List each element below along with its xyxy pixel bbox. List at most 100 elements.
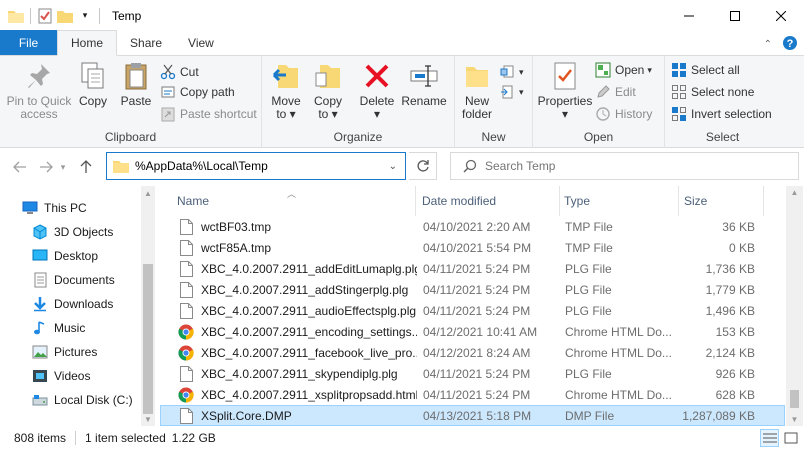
- table-row[interactable]: XBC_4.0.2007.2911_facebook_live_pro... 04…: [160, 342, 785, 363]
- tab-share[interactable]: Share: [117, 30, 175, 55]
- pictures-icon: [32, 344, 48, 360]
- sidebar-item-videos[interactable]: Videos: [32, 364, 90, 388]
- maximize-icon[interactable]: [712, 0, 758, 31]
- file-type: DMP File: [565, 408, 615, 423]
- table-row[interactable]: XBC_4.0.2007.2911_skypendiplg.plg 04/11/2…: [160, 363, 785, 384]
- ribbon-tabs: File Home Share View ⌃ ?: [0, 30, 804, 56]
- copy-to-button[interactable]: Copy to ▾: [310, 60, 346, 121]
- scroll-down-icon[interactable]: ▼: [141, 412, 155, 426]
- column-header-type[interactable]: Type: [560, 186, 679, 216]
- sidebar-item-this-pc[interactable]: This PC: [22, 196, 87, 220]
- file-icon: [178, 365, 194, 382]
- scroll-up-icon[interactable]: ▲: [786, 188, 803, 197]
- new-folder-icon[interactable]: [55, 5, 75, 27]
- back-arrow-icon[interactable]: [10, 158, 30, 176]
- table-row[interactable]: XBC_4.0.2007.2911_addEditLumaplg.plg 04/1…: [160, 258, 785, 279]
- tab-view[interactable]: View: [175, 30, 227, 55]
- new-folder-big-icon: [461, 60, 493, 92]
- address-dropdown-icon[interactable]: ⌄: [389, 161, 397, 172]
- tab-home[interactable]: Home: [57, 30, 118, 56]
- address-bar[interactable]: %AppData%\Local\Temp ⌄: [106, 152, 406, 180]
- search-input[interactable]: [485, 159, 785, 173]
- copy-button[interactable]: Copy: [76, 60, 110, 108]
- file-icon: [178, 218, 194, 235]
- properties-icon[interactable]: [35, 5, 55, 27]
- table-row[interactable]: XBC_4.0.2007.2911_xsplitpropsadd.html 04/…: [160, 384, 785, 405]
- tab-file[interactable]: File: [0, 30, 57, 55]
- edit-button[interactable]: Edit: [595, 82, 636, 102]
- large-icons-view-icon[interactable]: [781, 429, 800, 447]
- up-arrow-icon[interactable]: [76, 158, 96, 176]
- file-size: 628 KB: [715, 387, 755, 402]
- rename-button[interactable]: Rename: [401, 60, 447, 108]
- select-all-icon: [671, 62, 687, 78]
- paste-button[interactable]: Paste: [118, 60, 154, 108]
- table-row[interactable]: wctBF03.tmp 04/10/2021 2:20 AM TMP File 36 …: [160, 216, 785, 237]
- pin-to-quick-access-button[interactable]: Pin to Quick access: [6, 60, 72, 121]
- column-header-size[interactable]: Size: [679, 186, 764, 216]
- minimize-icon[interactable]: [666, 0, 712, 31]
- forward-arrow-icon[interactable]: [36, 158, 56, 176]
- pin-icon: [23, 60, 55, 92]
- ribbon: Pin to Quick access Copy Paste Cut Copy …: [0, 56, 804, 148]
- customize-qat-icon[interactable]: ▾: [75, 5, 95, 27]
- file-type: Chrome HTML Do...: [565, 324, 672, 339]
- column-header-date[interactable]: Date modified: [416, 186, 560, 216]
- collapse-ribbon-icon[interactable]: ⌃: [764, 39, 772, 50]
- delete-button[interactable]: Delete ▾: [358, 60, 396, 121]
- file-list-scrollbar[interactable]: ▲ ▼: [786, 186, 803, 426]
- file-size: 1,496 KB: [705, 303, 755, 318]
- new-item-button[interactable]: ▾: [499, 62, 524, 82]
- file-list: wctBF03.tmp 04/10/2021 2:20 AM TMP File 36 …: [160, 216, 785, 426]
- sidebar-item-3d-objects[interactable]: 3D Objects: [32, 220, 113, 244]
- scrollbar-thumb[interactable]: [790, 390, 799, 408]
- table-row[interactable]: XSplit.Core.DMP 04/13/2021 5:18 PM DMP Fil…: [160, 405, 785, 426]
- clipboard-group-label: Clipboard: [104, 130, 157, 144]
- copy-path-button[interactable]: Copy path: [160, 82, 235, 102]
- table-row[interactable]: XBC_4.0.2007.2911_audioEffectsplg.plg 04/…: [160, 300, 785, 321]
- close-icon[interactable]: [758, 0, 804, 31]
- folder-icon[interactable]: [6, 5, 26, 27]
- refresh-icon: [416, 160, 429, 172]
- sidebar-item-downloads[interactable]: Downloads: [32, 292, 113, 316]
- recent-locations-icon[interactable]: ▾: [56, 158, 70, 176]
- file-name: XSplit.Core.DMP: [201, 408, 292, 423]
- scroll-down-icon[interactable]: ▼: [786, 415, 803, 424]
- select-all-button[interactable]: Select all: [671, 60, 740, 80]
- table-row[interactable]: wctF85A.tmp 04/10/2021 5:54 PM TMP File 0 K…: [160, 237, 785, 258]
- navigation-pane-scrollbar[interactable]: ▲ ▼: [141, 186, 155, 426]
- file-date: 04/12/2021 8:24 AM: [423, 345, 531, 360]
- scrollbar-thumb[interactable]: [143, 264, 153, 414]
- paste-shortcut-button[interactable]: Paste shortcut: [160, 104, 257, 124]
- file-date: 04/11/2021 5:24 PM: [423, 366, 531, 381]
- sidebar-item-music[interactable]: Music: [32, 316, 85, 340]
- move-to-button[interactable]: Move to ▾: [268, 60, 304, 121]
- scroll-up-icon[interactable]: ▲: [141, 186, 155, 200]
- sidebar-item-documents[interactable]: Documents: [32, 268, 115, 292]
- file-date: 04/11/2021 5:24 PM: [423, 261, 531, 276]
- table-row[interactable]: XBC_4.0.2007.2911_addStingerplg.plg 04/11…: [160, 279, 785, 300]
- clipboard-group: Pin to Quick access Copy Paste Cut Copy …: [0, 56, 262, 148]
- sidebar-item-pictures[interactable]: Pictures: [32, 340, 97, 364]
- file-type: Chrome HTML Do...: [565, 345, 672, 360]
- select-none-button[interactable]: Select none: [671, 82, 754, 102]
- open-button[interactable]: Open ▾: [595, 60, 652, 80]
- properties-button[interactable]: Properties ▾: [537, 60, 593, 121]
- table-row[interactable]: XBC_4.0.2007.2911_encoding_settings... 04…: [160, 321, 785, 342]
- search-box[interactable]: [450, 152, 799, 180]
- invert-selection-button[interactable]: Invert selection: [671, 104, 772, 124]
- help-icon[interactable]: ?: [782, 35, 798, 54]
- history-button[interactable]: History: [595, 104, 652, 124]
- file-date: 04/13/2021 5:18 PM: [423, 408, 532, 423]
- navigation-pane: This PC 3D Objects Desktop Documents Dow…: [0, 186, 155, 426]
- cut-button[interactable]: Cut: [160, 62, 199, 82]
- search-icon: [463, 159, 477, 173]
- new-folder-button[interactable]: New folder: [459, 60, 495, 121]
- sidebar-item-local-disk[interactable]: Local Disk (C:): [32, 388, 133, 412]
- refresh-button[interactable]: [409, 152, 437, 180]
- easy-access-button[interactable]: ▾: [499, 82, 524, 102]
- details-view-icon[interactable]: [760, 429, 779, 447]
- file-date: 04/10/2021 5:54 PM: [423, 240, 532, 255]
- sidebar-item-desktop[interactable]: Desktop: [32, 244, 98, 268]
- open-group: Properties ▾ Open ▾ Edit History Open: [533, 56, 665, 148]
